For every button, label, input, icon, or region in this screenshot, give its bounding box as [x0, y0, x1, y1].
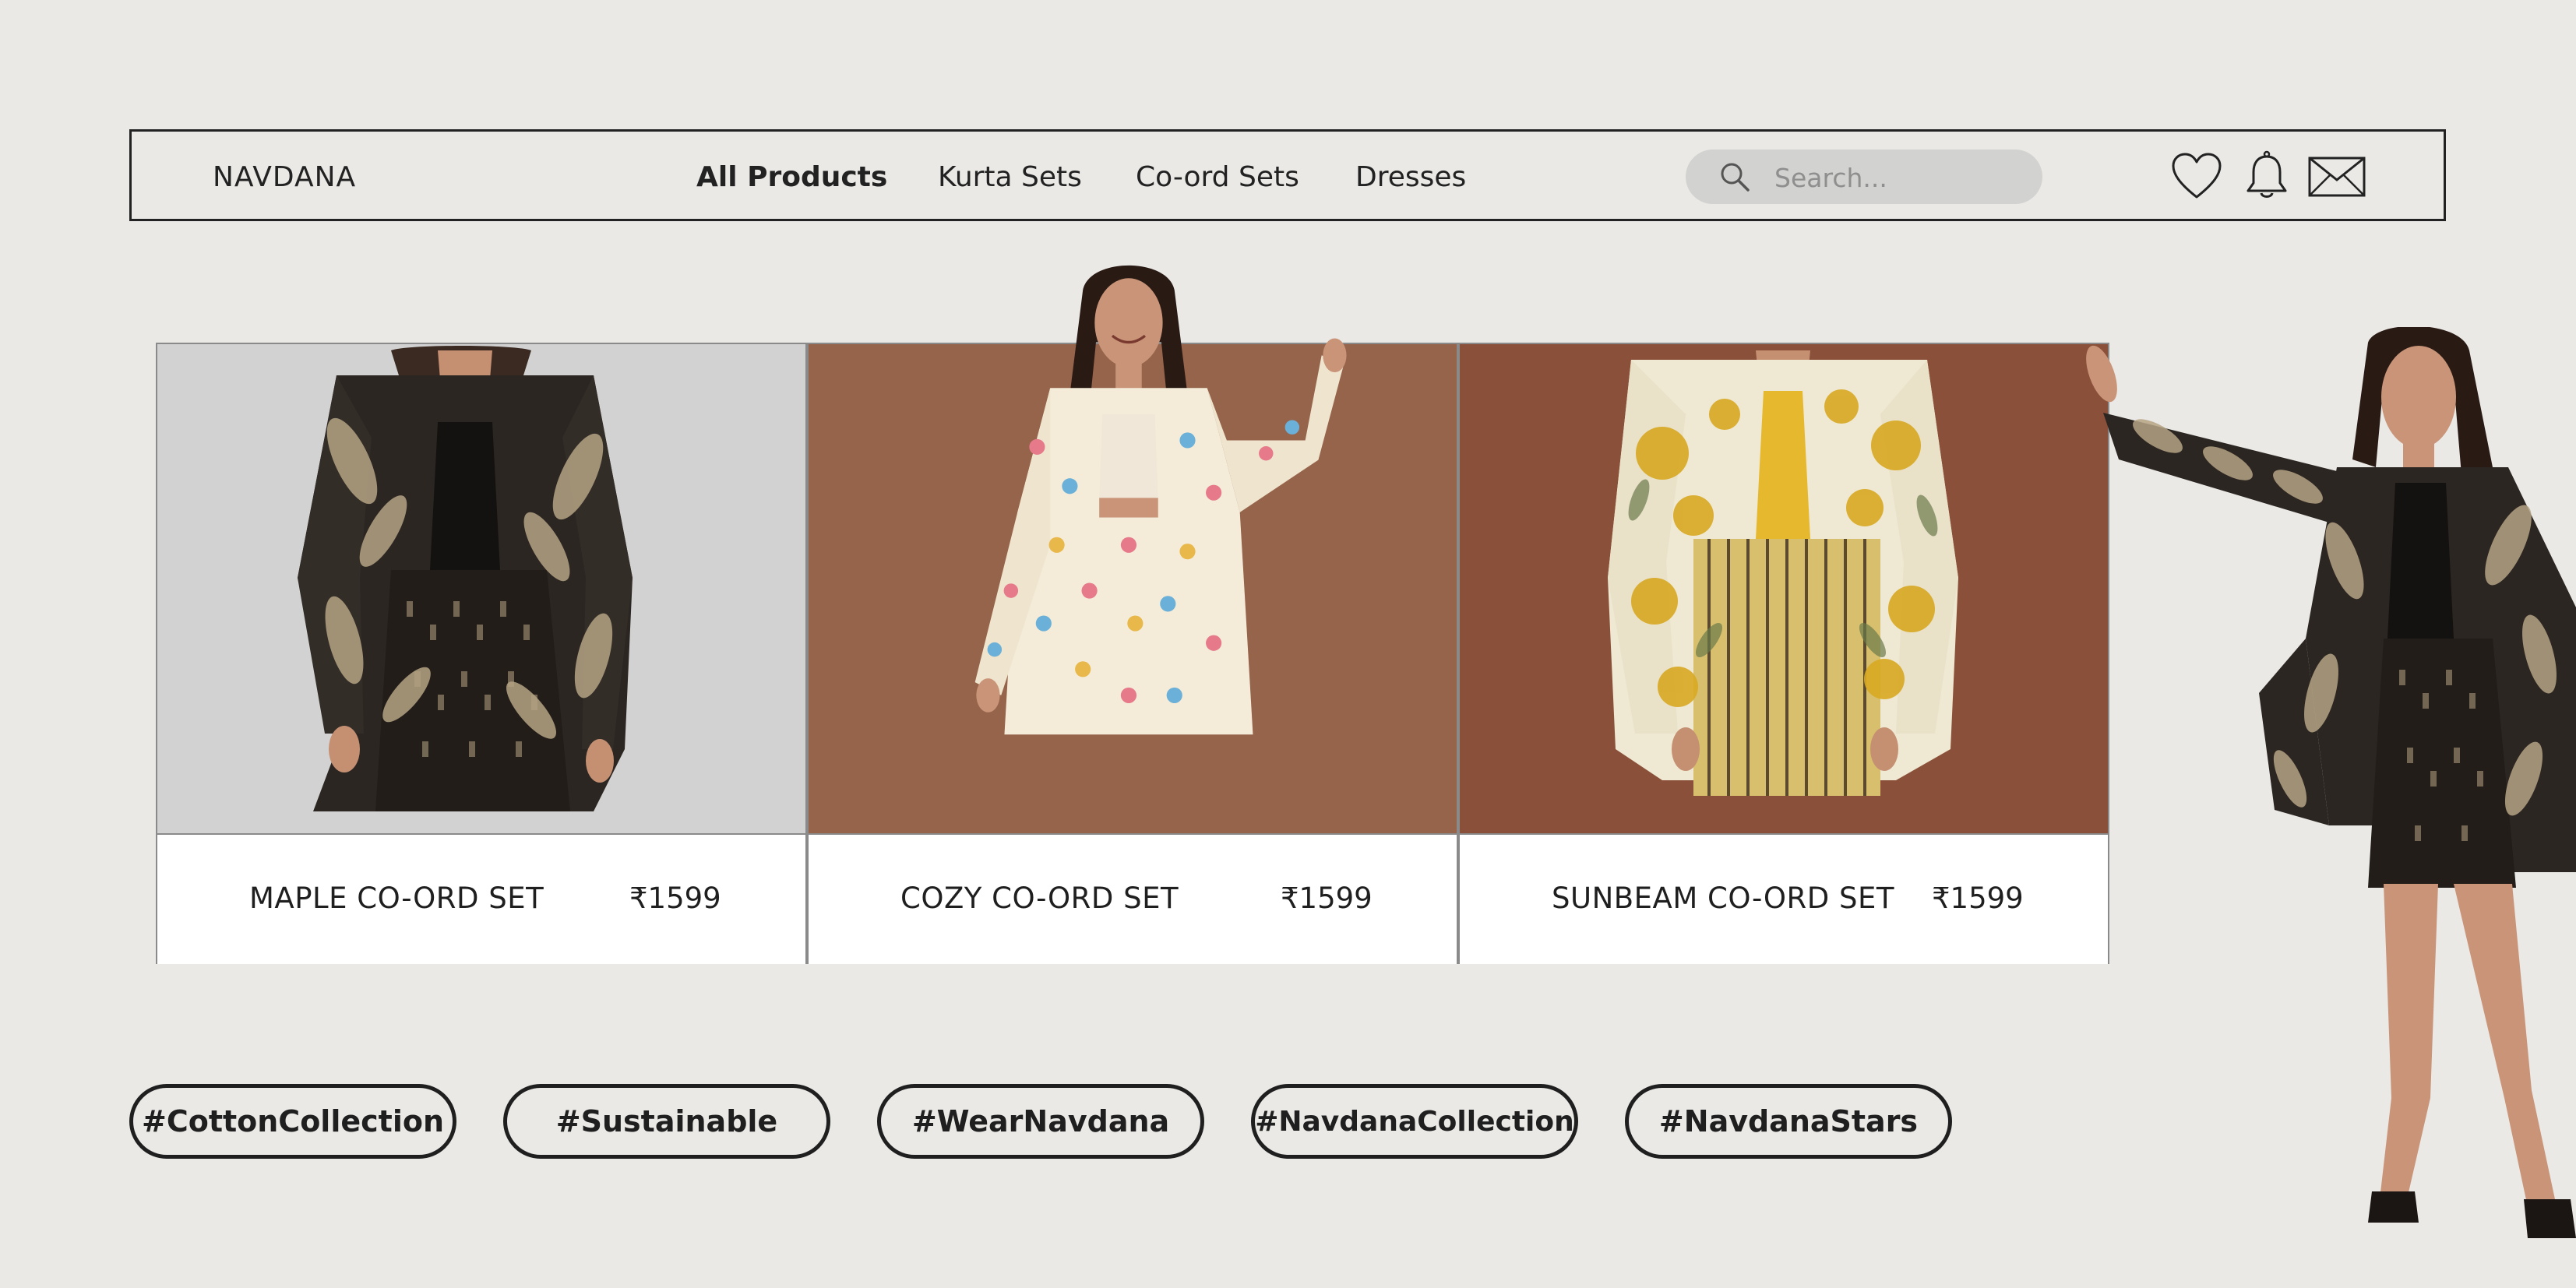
- product-footer: SUNBEAM CO-ORD SET ₹1599: [1460, 835, 2108, 964]
- product-card-sunbeam[interactable]: SUNBEAM CO-ORD SET ₹1599: [1458, 343, 2109, 964]
- product-price: ₹1599: [1932, 882, 2024, 915]
- product-name[interactable]: COZY CO-ORD SET: [900, 882, 1179, 915]
- product-price: ₹1599: [1281, 882, 1373, 915]
- model-photo-maple: [298, 346, 633, 811]
- product-name[interactable]: SUNBEAM CO-ORD SET: [1552, 882, 1894, 915]
- product-grid: MAPLE CO-ORD SET ₹1599 COZY CO-ORD SET ₹…: [156, 265, 2109, 964]
- product-image[interactable]: [157, 344, 805, 835]
- model-photo-sunbeam: [1608, 350, 1958, 796]
- nav-kurta-sets[interactable]: Kurta Sets: [938, 161, 1082, 193]
- product-image[interactable]: [1460, 344, 2108, 835]
- product-footer: MAPLE CO-ORD SET ₹1599: [157, 835, 805, 964]
- nav-dresses[interactable]: Dresses: [1355, 161, 1466, 193]
- heart-icon[interactable]: [2171, 152, 2222, 200]
- product-card-maple[interactable]: MAPLE CO-ORD SET ₹1599: [156, 343, 807, 964]
- bell-icon[interactable]: [2245, 150, 2289, 200]
- hashtag-pill[interactable]: #WearNavdana: [877, 1084, 1204, 1159]
- hashtag-pill[interactable]: #CottonCollection: [129, 1084, 456, 1159]
- product-name[interactable]: MAPLE CO-ORD SET: [249, 882, 544, 915]
- hashtag-pill[interactable]: #Sustainable: [503, 1084, 830, 1159]
- hashtag-pill[interactable]: #NavdanaStars: [1625, 1084, 1952, 1159]
- featured-model-image: [2086, 327, 2576, 1238]
- brand-logo[interactable]: NAVDANA: [213, 161, 356, 193]
- model-photo-cozy: [974, 265, 1347, 735]
- nav-all-products[interactable]: All Products: [696, 161, 887, 193]
- product-card-cozy[interactable]: COZY CO-ORD SET ₹1599: [807, 265, 1458, 964]
- search-icon: [1721, 163, 1750, 192]
- hashtag-pill[interactable]: #NavdanaCollection: [1251, 1084, 1578, 1159]
- product-footer: COZY CO-ORD SET ₹1599: [809, 835, 1457, 964]
- nav-co-ord-sets[interactable]: Co-ord Sets: [1136, 161, 1299, 193]
- search-bar[interactable]: [1686, 150, 2042, 206]
- product-image[interactable]: [809, 265, 1457, 835]
- mail-icon[interactable]: [2308, 157, 2366, 197]
- top-navbar: NAVDANA All Products Kurta Sets Co-ord S…: [129, 129, 2446, 221]
- search-input[interactable]: [1773, 150, 2025, 206]
- product-price: ₹1599: [629, 882, 721, 915]
